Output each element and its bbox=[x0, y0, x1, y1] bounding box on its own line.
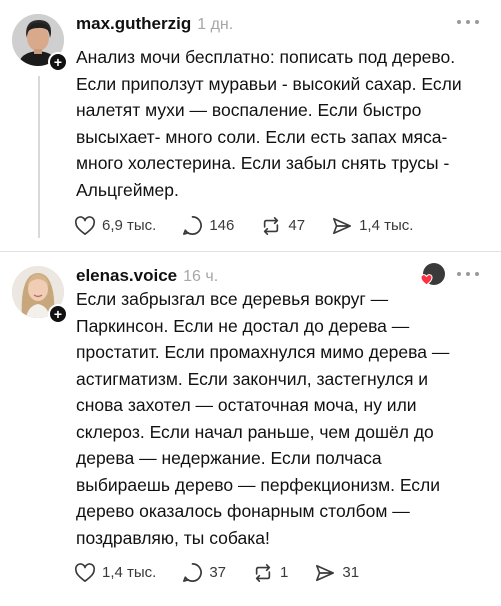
repost-icon bbox=[264, 216, 279, 235]
reply-button[interactable]: 146 bbox=[182, 215, 234, 236]
avatar[interactable]: + bbox=[12, 14, 68, 72]
like-button[interactable]: 6,9 тыс. bbox=[74, 215, 157, 236]
post-text-line: Альцгеймер. bbox=[76, 179, 179, 200]
action-bar: 1,4 тыс. 37 1 31 bbox=[74, 562, 385, 583]
post-text-line: много холестерина. Если забыл снять трус… bbox=[76, 153, 450, 173]
like-count: 1,4 тыс. bbox=[102, 564, 157, 581]
post-text-line: выбираешь дерево — перфекционизм. Если bbox=[76, 474, 441, 495]
post-header: max.gutherzig 1 дн. bbox=[76, 14, 233, 34]
repost-button[interactable]: 1 bbox=[252, 563, 288, 583]
post-text-line: астигматизм. Если закончил, застегнулся … bbox=[76, 368, 429, 389]
more-icon[interactable] bbox=[457, 12, 479, 32]
reply-count: 146 bbox=[209, 217, 235, 234]
reply-button[interactable]: 37 bbox=[182, 562, 226, 583]
post-text-line: снова захотел — остаточная моча, ну или bbox=[76, 395, 417, 415]
timestamp: 16 ч. bbox=[183, 268, 219, 285]
avatar[interactable]: + bbox=[12, 266, 68, 324]
username[interactable]: max.gutherzig bbox=[76, 14, 191, 34]
repost-icon bbox=[255, 563, 271, 582]
post-text-line: Если приползут муравьи - высокий сахар. … bbox=[76, 73, 462, 94]
post-text-line: поздравляю, ты собака! bbox=[76, 527, 270, 548]
like-count: 6,9 тыс. bbox=[102, 217, 157, 234]
heart-icon bbox=[74, 215, 96, 235]
thread-line bbox=[38, 76, 40, 238]
share-count: 1,4 тыс. bbox=[359, 217, 414, 234]
send-icon bbox=[316, 564, 335, 581]
post-text-line: простатит. Если промахнулся мимо дерева … bbox=[76, 342, 450, 362]
username[interactable]: elenas.voice bbox=[76, 266, 177, 286]
repost-count: 47 bbox=[288, 217, 306, 234]
timestamp: 1 дн. bbox=[197, 16, 234, 33]
post-text-line: дерева — недержание. Если полчаса bbox=[76, 448, 382, 468]
post: + elenas.voice 16 ч. Если забрызгал все … bbox=[0, 252, 501, 606]
post-text-line: Если забрызгал все деревья вокруг — bbox=[76, 289, 389, 309]
post-text: Анализ мочи бесплатно: пописать под дере… bbox=[76, 44, 488, 203]
repost-count: 1 bbox=[280, 564, 289, 581]
share-button[interactable]: 31 bbox=[314, 563, 359, 583]
post-text-line: налетят мухи — воспаление. Если быстро bbox=[76, 100, 422, 120]
post-text: Если забрызгал все деревья вокруг — Парк… bbox=[76, 286, 488, 551]
post-text-line: высыхает- много соли. Если есть запах мя… bbox=[76, 126, 448, 147]
post-header: elenas.voice 16 ч. bbox=[76, 266, 218, 286]
action-bar: 6,9 тыс. 146 47 1,4 тыс. bbox=[74, 215, 439, 236]
post-text-line: склероз. Если начал раньше, чем дошёл до bbox=[76, 421, 434, 442]
share-count: 31 bbox=[342, 564, 360, 581]
post-text-line: Паркинсон. Если не достал до дерева — bbox=[76, 315, 410, 336]
repost-button[interactable]: 47 bbox=[260, 216, 305, 236]
post-text-line: дерево оказалось фонарным столбом — bbox=[76, 501, 410, 521]
liked-by-avatar[interactable] bbox=[420, 262, 446, 288]
heart-icon bbox=[74, 562, 96, 582]
post: + max.gutherzig 1 дн. Анализ мочи беспла… bbox=[0, 0, 501, 252]
share-button[interactable]: 1,4 тыс. bbox=[331, 216, 413, 236]
heart-icon bbox=[420, 274, 433, 286]
comment-icon bbox=[183, 563, 203, 582]
like-button[interactable]: 1,4 тыс. bbox=[74, 562, 157, 583]
comment-icon bbox=[183, 216, 203, 235]
more-icon[interactable] bbox=[457, 264, 479, 284]
send-icon bbox=[333, 217, 352, 234]
post-text-line: Анализ мочи бесплатно: пописать под дере… bbox=[76, 47, 456, 67]
reply-count: 37 bbox=[209, 564, 227, 581]
plus-icon[interactable]: + bbox=[48, 52, 68, 72]
plus-icon[interactable]: + bbox=[48, 304, 68, 324]
